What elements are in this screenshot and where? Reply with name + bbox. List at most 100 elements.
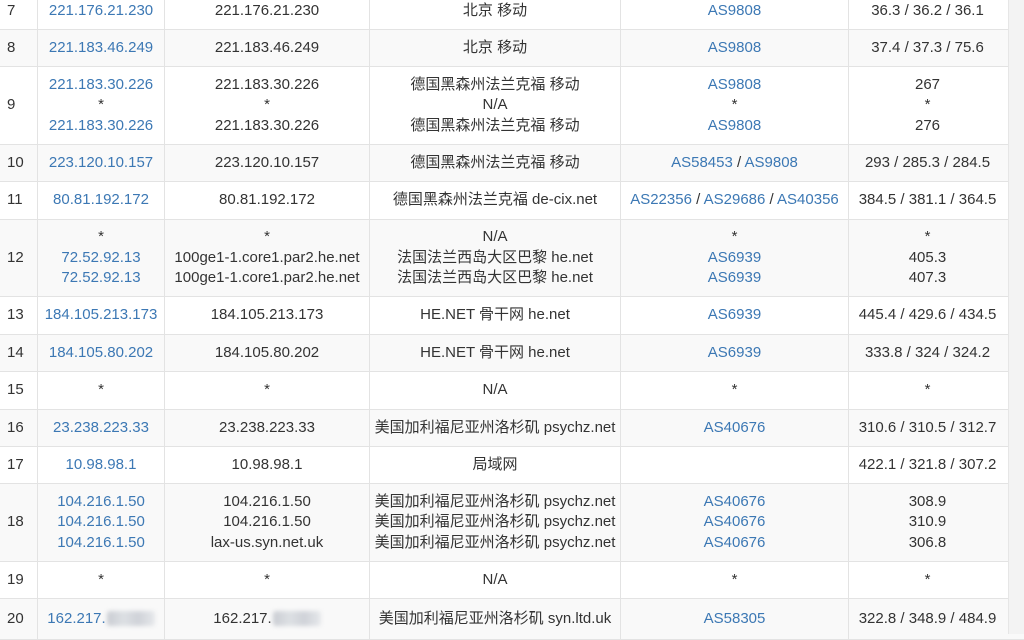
hostname-text: 104.216.1.50 — [223, 513, 311, 531]
ip-cell: * — [37, 372, 164, 409]
as-text: * — [731, 228, 738, 246]
ip-cell: 221.176.21.230 — [37, 0, 164, 29]
as-line: AS9808 — [708, 1, 761, 22]
as-link[interactable]: AS6939 — [708, 269, 761, 286]
as-line: AS9808 — [708, 38, 761, 59]
as-link[interactable]: AS29686 — [704, 191, 766, 208]
as-link[interactable]: AS40676 — [704, 513, 766, 530]
table-row: 12 * 72.52.92.13 72.52.92.13 * 100ge1-1.core1… — [0, 220, 1024, 297]
as-link[interactable]: AS40676 — [704, 534, 766, 551]
ip-link[interactable]: 184.105.213.173 — [45, 305, 158, 326]
location-cell: 北京 移动 — [369, 30, 620, 66]
location-cell: HE.NET 骨干网 he.net — [369, 335, 620, 371]
latency-text: 267 — [914, 75, 941, 93]
hostname-text: 100ge1-1.core1.par2.he.net — [174, 248, 360, 266]
as-text: * — [731, 381, 738, 399]
hop-number: 20 — [7, 609, 24, 627]
latency-cell: 293 / 285.3 / 284.5 — [848, 145, 1006, 181]
hop-number-cell: 11 — [0, 182, 37, 219]
as-link[interactable]: AS9808 — [708, 76, 761, 93]
hostname-text: 104.216.1.50 — [223, 492, 311, 510]
as-link[interactable]: AS6939 — [708, 249, 761, 266]
ip-text: * — [98, 381, 104, 399]
hostname-cell: * — [164, 562, 369, 598]
as-separator: / — [732, 153, 745, 171]
ip-link[interactable]: 23.238.223.33 — [53, 418, 149, 439]
hop-number-cell: 7 — [0, 0, 37, 29]
ip-link[interactable]: 184.105.80.202 — [49, 343, 153, 364]
latency-cell: 445.4 / 429.6 / 434.5 — [848, 297, 1006, 334]
ip-link[interactable]: 80.81.192.172 — [53, 190, 149, 211]
as-link[interactable]: AS6939 — [708, 344, 761, 361]
as-link[interactable]: AS9808 — [745, 154, 798, 171]
as-link[interactable]: AS6939 — [708, 306, 761, 323]
ip-link[interactable]: 223.120.10.157 — [49, 153, 153, 174]
ip-link[interactable]: 221.183.30.226 — [49, 116, 153, 137]
ip-link[interactable]: 221.183.30.226 — [49, 75, 153, 96]
as-line: AS9808 — [708, 116, 761, 137]
as-number-cell: AS22356 / AS29686 / AS40356 — [620, 182, 848, 219]
as-link[interactable]: AS40356 — [777, 191, 839, 208]
ip-link[interactable]: 104.216.1.50 — [57, 533, 145, 554]
hop-number: 7 — [7, 2, 16, 20]
as-number-cell: AS40676 AS40676 AS40676 — [620, 484, 848, 561]
hostname-cell: 104.216.1.50 104.216.1.50 lax-us.syn.net.u… — [164, 484, 369, 561]
as-number-cell — [620, 447, 848, 483]
ip-cell: 221.183.30.226 * 221.183.30.226 — [37, 67, 164, 144]
as-link[interactable]: AS40676 — [704, 493, 766, 510]
table-row: 18 104.216.1.50 104.216.1.50 104.216.1.50 10… — [0, 484, 1024, 562]
ip-link[interactable]: 72.52.92.13 — [61, 268, 140, 289]
table-row: 17 10.98.98.1 10.98.98.1 局域网 422.1 / 321.8 /… — [0, 447, 1024, 484]
as-line: AS40676 — [704, 492, 766, 513]
ip-link[interactable]: 104.216.1.50 — [57, 512, 145, 533]
hostname-cell: 184.105.80.202 — [164, 335, 369, 371]
location-text: HE.NET 骨干网 he.net — [420, 306, 570, 324]
hostname-cell: 184.105.213.173 — [164, 297, 369, 334]
location-text: 美国加利福尼亚州洛杉矶 psychz.net — [374, 418, 616, 436]
hop-number: 8 — [7, 38, 16, 56]
scrollbar[interactable] — [1008, 0, 1024, 634]
latency-cell: * — [848, 562, 1006, 598]
hostname-cell: 221.183.30.226 * 221.183.30.226 — [164, 67, 369, 144]
location-cell: HE.NET 骨干网 he.net — [369, 297, 620, 334]
hostname-cell: 23.238.223.33 — [164, 410, 369, 446]
hop-number: 10 — [7, 153, 24, 171]
ip-link[interactable]: 104.216.1.50 — [57, 492, 145, 513]
ip-link[interactable]: 10.98.98.1 — [66, 455, 137, 476]
hop-number-cell: 20 — [0, 599, 37, 639]
as-number-cell: AS58453 / AS9808 — [620, 145, 848, 181]
hop-number-cell: 12 — [0, 220, 37, 296]
as-link[interactable]: AS22356 — [630, 191, 692, 208]
table-row: 14 184.105.80.202 184.105.80.202 HE.NET 骨干网… — [0, 335, 1024, 372]
ip-link[interactable]: 162.217. — [47, 609, 155, 630]
as-number-cell: * — [620, 372, 848, 409]
ip-link[interactable]: 221.183.46.249 — [49, 38, 153, 59]
hostname-text: * — [264, 228, 270, 246]
hostname-text: 184.105.80.202 — [214, 343, 320, 361]
ip-cell: 162.217. — [37, 599, 164, 639]
as-link[interactable]: AS58305 — [704, 610, 766, 627]
ip-link[interactable]: 221.176.21.230 — [49, 1, 153, 22]
as-line: * — [732, 570, 738, 591]
ip-cell: 223.120.10.157 — [37, 145, 164, 181]
location-cell: 德国黑森州法兰克福 de-cix.net — [369, 182, 620, 219]
as-link[interactable]: AS40676 — [704, 419, 766, 436]
ip-link[interactable]: 72.52.92.13 — [61, 248, 140, 269]
latency-text: 310.6 / 310.5 / 312.7 — [858, 418, 997, 436]
as-line: AS40676 — [704, 512, 766, 533]
ip-cell: 221.183.46.249 — [37, 30, 164, 66]
table-row: 15 * * N/A * * — [0, 372, 1024, 410]
location-text: 法国法兰西岛大区巴黎 he.net — [397, 269, 593, 287]
latency-cell: 37.4 / 37.3 / 75.6 — [848, 30, 1006, 66]
as-link[interactable]: AS9808 — [708, 117, 761, 134]
hostname-text: 10.98.98.1 — [231, 455, 303, 473]
redacted-blur — [106, 611, 155, 627]
hostname-text: 221.183.30.226 — [214, 75, 320, 93]
location-text: 德国黑森州法兰克福 移动 — [410, 75, 580, 93]
hostname-cell: * 100ge1-1.core1.par2.he.net 100ge1-1.core… — [164, 220, 369, 296]
as-link[interactable]: AS9808 — [708, 39, 761, 56]
location-cell: 美国加利福尼亚州洛杉矶 psychz.net — [369, 410, 620, 446]
as-link[interactable]: AS9808 — [708, 2, 761, 19]
location-cell: N/A — [369, 372, 620, 409]
as-link[interactable]: AS58453 — [671, 154, 733, 171]
